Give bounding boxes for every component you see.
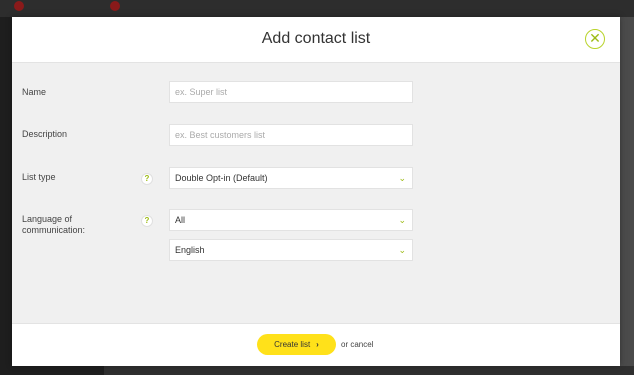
- list-type-select[interactable]: Double Opt-in (Default) ⌄: [169, 167, 413, 189]
- background-topbar: [0, 0, 634, 17]
- close-icon[interactable]: ✕: [585, 29, 605, 49]
- modal-header: Add contact list ✕: [12, 17, 620, 63]
- chevron-down-icon: ⌄: [398, 245, 406, 255]
- chevron-down-icon: ⌄: [398, 173, 406, 183]
- notification-badge-icon: [14, 1, 24, 11]
- list-type-help-icon[interactable]: ?: [141, 173, 153, 185]
- create-list-button[interactable]: Create list ›: [257, 334, 336, 355]
- create-list-label: Create list: [274, 340, 311, 349]
- description-input[interactable]: [175, 125, 412, 145]
- name-label: Name: [22, 87, 47, 97]
- name-input[interactable]: [175, 82, 412, 102]
- modal-footer: Create list › or cancel: [12, 323, 620, 366]
- list-type-selected: Double Opt-in (Default): [175, 173, 268, 183]
- cancel-link[interactable]: or cancel: [341, 334, 373, 355]
- language-label: Language of communication:: [22, 214, 86, 235]
- name-field-wrapper: [169, 81, 413, 103]
- list-type-label: List type: [22, 172, 56, 182]
- add-contact-list-modal: Add contact list ✕ Name Description List…: [12, 17, 620, 366]
- description-field-wrapper: [169, 124, 413, 146]
- language-help-icon[interactable]: ?: [141, 215, 153, 227]
- language-select[interactable]: English ⌄: [169, 239, 413, 261]
- chevron-right-icon: ›: [316, 340, 319, 349]
- modal-title: Add contact list: [261, 30, 371, 47]
- description-label: Description: [22, 129, 68, 139]
- language-selected: English: [175, 245, 205, 255]
- background-bottom-bar: [104, 366, 634, 375]
- notification-badge-icon: [110, 1, 120, 11]
- language-group-select[interactable]: All ⌄: [169, 209, 413, 231]
- chevron-down-icon: ⌄: [398, 215, 406, 225]
- language-group-selected: All: [175, 215, 186, 225]
